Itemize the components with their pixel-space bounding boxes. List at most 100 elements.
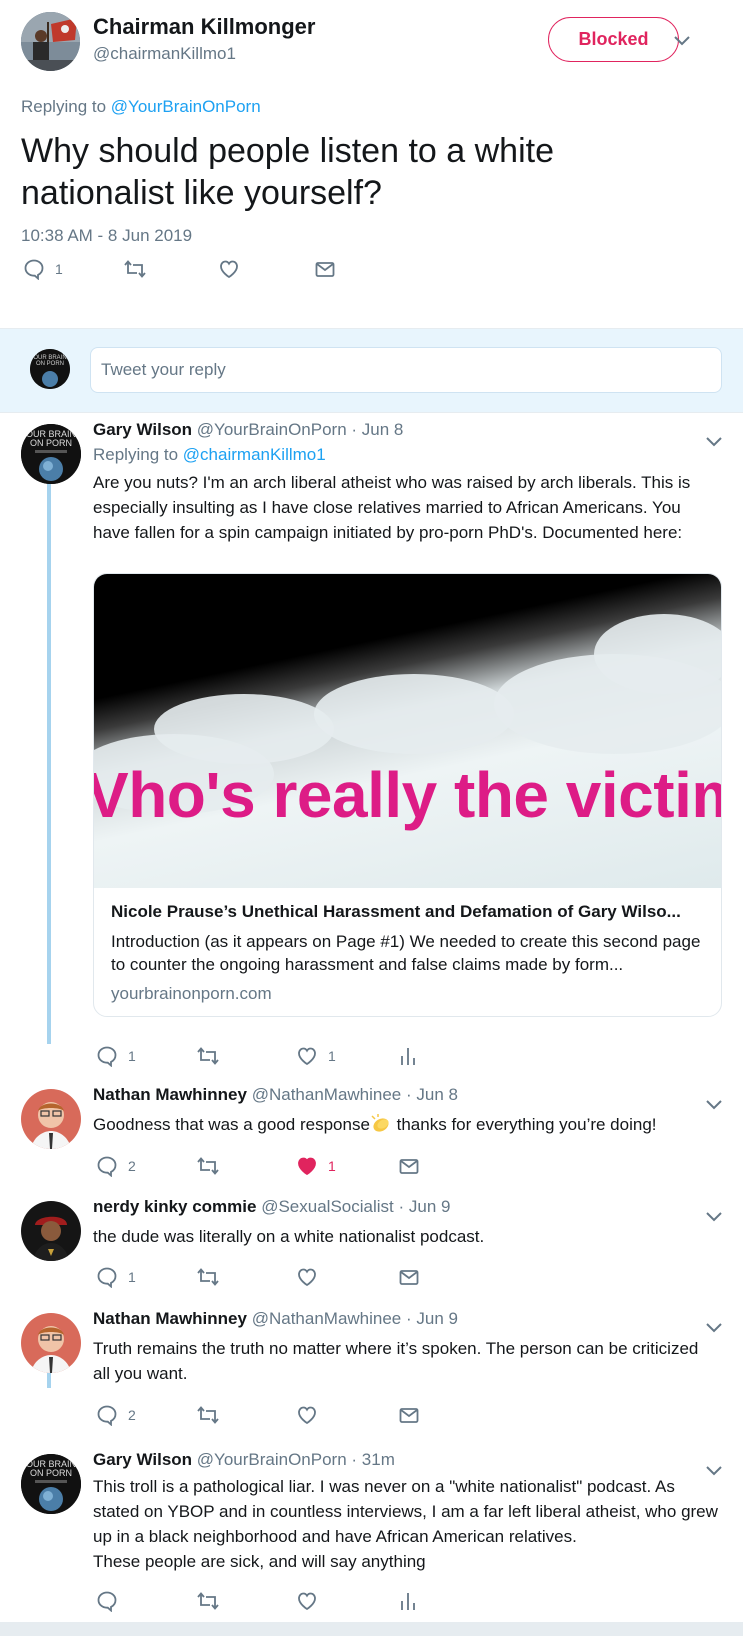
author-handle[interactable]: @YourBrainOnPorn <box>197 1450 347 1469</box>
reply-time[interactable]: · Jun 9 <box>406 1309 458 1328</box>
reply-time[interactable]: · Jun 8 <box>406 1085 458 1104</box>
reply-text: the dude was literally on a white nation… <box>93 1227 485 1246</box>
avatar: OUR BRAIN ON PORN <box>30 349 70 389</box>
link-card[interactable]: Vho's really the victim' Nicole Prause’s… <box>93 573 722 1017</box>
reply-icon <box>24 259 44 280</box>
like-count: 1 <box>328 1048 336 1064</box>
author-handle[interactable]: @SexualSocialist <box>261 1197 394 1216</box>
avatar-text-line2: ON PORN <box>30 1468 72 1478</box>
reply-header: Gary Wilson @YourBrainOnPorn · Jun 8 <box>93 420 403 440</box>
reply-text-part: thanks for everything you’re doing! <box>391 1115 657 1134</box>
reply-time[interactable]: · Jun 9 <box>398 1197 450 1216</box>
author-handle[interactable]: @chairmanKillmo1 <box>93 44 236 64</box>
author-handle[interactable]: @NathanMawhinee <box>252 1085 402 1104</box>
chevron-down-icon[interactable] <box>673 35 691 47</box>
chevron-down-icon[interactable] <box>705 1322 723 1334</box>
analytics-button[interactable] <box>398 1045 418 1067</box>
retweet-button[interactable] <box>196 1045 220 1067</box>
blocked-button[interactable]: Blocked <box>548 17 679 62</box>
author-name[interactable]: Nathan Mawhinney <box>93 1085 247 1104</box>
author-handle[interactable]: @YourBrainOnPorn <box>197 420 347 439</box>
analytics-icon <box>401 1593 415 1610</box>
reply-button[interactable]: 2 <box>96 1404 136 1426</box>
reply-button[interactable] <box>96 1590 118 1612</box>
reply-time[interactable]: · 31m <box>351 1450 394 1469</box>
tweet-text: Why should people listen to a white nati… <box>21 132 554 212</box>
reply-icon <box>97 1591 117 1612</box>
avatar[interactable] <box>21 1089 81 1149</box>
author-name[interactable]: nerdy kinky commie <box>93 1197 256 1216</box>
retweet-button[interactable] <box>196 1155 220 1177</box>
retweet-button[interactable] <box>196 1266 220 1288</box>
avatar[interactable] <box>21 1313 81 1373</box>
ybop-avatar-image: OUR BRAIN ON PORN <box>21 424 81 484</box>
direct-message-button[interactable] <box>398 1404 420 1426</box>
author-name[interactable]: Nathan Mawhinney <box>93 1309 247 1328</box>
reply-text-paragraph: This troll is a pathological liar. I was… <box>93 1477 718 1546</box>
reply-text: Are you nuts? I'm an arch liberal atheis… <box>93 473 691 542</box>
avatar[interactable] <box>21 12 80 71</box>
direct-message-button[interactable] <box>398 1155 420 1177</box>
like-button[interactable]: 1 <box>296 1155 336 1177</box>
reply-header: Nathan Mawhinney @NathanMawhinee · Jun 9 <box>93 1309 458 1329</box>
like-button[interactable]: 1 <box>296 1045 336 1067</box>
reply-button[interactable]: 1 <box>96 1266 136 1288</box>
profile-photo <box>21 1201 81 1261</box>
direct-message-button[interactable] <box>314 258 336 280</box>
reply-time[interactable]: · Jun 8 <box>351 420 403 439</box>
replying-to: Replying to @chairmanKillmo1 <box>93 445 326 465</box>
like-button[interactable] <box>218 258 240 280</box>
reply-header: Nathan Mawhinney @NathanMawhinee · Jun 8 <box>93 1085 458 1105</box>
reply-button[interactable]: 1 <box>23 258 63 280</box>
retweet-button[interactable] <box>196 1404 220 1426</box>
avatar-text-line2: ON PORN <box>30 438 72 448</box>
envelope-icon <box>315 262 335 277</box>
reply-icon <box>97 1046 117 1067</box>
chevron-down-icon[interactable] <box>705 1099 723 1111</box>
chevron-down-icon[interactable] <box>705 436 723 448</box>
retweet-icon <box>197 1268 219 1286</box>
envelope-icon <box>399 1270 419 1285</box>
tweet-timestamp[interactable]: 10:38 AM - 8 Jun 2019 <box>21 226 192 246</box>
chevron-down-icon[interactable] <box>705 1211 723 1223</box>
like-button[interactable] <box>296 1266 318 1288</box>
like-button[interactable] <box>296 1404 318 1426</box>
direct-message-button[interactable] <box>398 1266 420 1288</box>
author-name[interactable]: Gary Wilson <box>93 420 192 439</box>
link-card-title: Nicole Prause’s Unethical Harassment and… <box>111 902 681 921</box>
retweet-button[interactable] <box>123 258 147 280</box>
avatar[interactable]: OUR BRAIN ON PORN <box>21 424 81 484</box>
author-name[interactable]: Gary Wilson <box>93 1450 192 1469</box>
reply-text-part: Goodness that was a good response <box>93 1115 370 1134</box>
retweet-icon <box>197 1047 219 1065</box>
reply-count: 1 <box>128 1269 136 1285</box>
analytics-icon <box>401 1048 415 1065</box>
heart-icon <box>220 260 238 279</box>
reply-input[interactable]: Tweet your reply <box>90 347 722 393</box>
clapping-hands-icon <box>371 1114 389 1132</box>
avatar[interactable] <box>21 1201 81 1261</box>
retweet-icon <box>197 1157 219 1175</box>
replying-mention-link[interactable]: @YourBrainOnPorn <box>111 97 261 116</box>
reply-text: This troll is a pathological liar. I was… <box>93 1474 718 1574</box>
link-card-domain: yourbrainonporn.com <box>111 984 272 1003</box>
reply-icon <box>97 1405 117 1426</box>
reply-header: Gary Wilson @YourBrainOnPorn · 31m <box>93 1450 395 1470</box>
author-name[interactable]: Chairman Killmonger <box>93 14 315 40</box>
replying-mention-link[interactable]: @chairmanKillmo1 <box>183 445 326 464</box>
analytics-button[interactable] <box>398 1590 418 1612</box>
reply-button[interactable]: 2 <box>96 1155 136 1177</box>
reply-text-paragraph: These people are sick, and will say anyt… <box>93 1552 426 1571</box>
retweet-button[interactable] <box>196 1590 220 1612</box>
avatar[interactable]: OUR BRAIN ON PORN <box>21 1454 81 1514</box>
reply-icon <box>97 1267 117 1288</box>
avatar-text-line2: ON PORN <box>36 361 64 367</box>
like-button[interactable] <box>296 1590 318 1612</box>
retweet-icon <box>124 260 146 278</box>
reply-button[interactable]: 1 <box>96 1045 136 1067</box>
ybop-avatar-image: OUR BRAIN ON PORN <box>21 1454 81 1514</box>
reply-count: 2 <box>128 1158 136 1174</box>
retweet-icon <box>197 1592 219 1610</box>
retweet-icon <box>197 1406 219 1424</box>
author-handle[interactable]: @NathanMawhinee <box>252 1309 402 1328</box>
